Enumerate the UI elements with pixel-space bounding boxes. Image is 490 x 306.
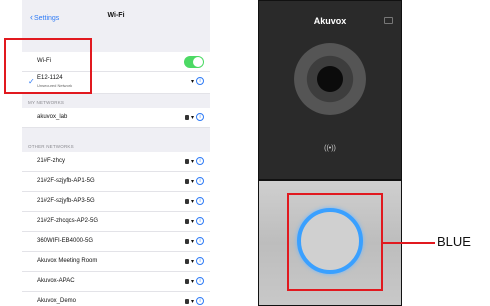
wifi-signal-icon: ▾ bbox=[190, 78, 194, 85]
network-name: 360WIFI-EB4000-5G bbox=[37, 238, 94, 244]
network-name: 21#2F-zhcqcs-AP2-5G bbox=[37, 218, 99, 224]
info-icon[interactable]: i bbox=[196, 237, 204, 245]
network-row[interactable]: akuvox_lab ▾ i bbox=[22, 108, 210, 128]
network-name: Akuvox-APAC bbox=[37, 278, 75, 284]
wifi-signal-icon: ▾ bbox=[190, 158, 194, 165]
wifi-signal-icon: ▾ bbox=[190, 238, 194, 245]
network-name: Akuvox Meeting Room bbox=[37, 258, 98, 264]
lock-icon bbox=[184, 218, 189, 224]
network-row[interactable]: 21#2F-szjyfb-AP1-5G ▾ i bbox=[22, 172, 210, 192]
indicator-icon bbox=[384, 17, 393, 24]
wifi-signal-icon: ▾ bbox=[190, 298, 194, 305]
network-row[interactable]: Akuvox_Demo ▾ i bbox=[22, 292, 210, 306]
wifi-highlight-box bbox=[4, 38, 92, 94]
network-row[interactable]: 21#2F-szjyfb-AP3-5G ▾ i bbox=[22, 192, 210, 212]
network-name: Akuvox_Demo bbox=[37, 298, 77, 304]
network-row[interactable]: 360WIFI-EB4000-5G ▾ i bbox=[22, 232, 210, 252]
info-icon[interactable]: i bbox=[196, 113, 204, 121]
wifi-signal-icon: ▾ bbox=[190, 178, 194, 185]
other-networks-group: 21#F-zhcy ▾ i 21#2F-szjyfb-AP1-5G ▾ i 21#2F-… bbox=[22, 152, 210, 306]
lock-icon bbox=[184, 298, 189, 304]
wifi-signal-icon: ▾ bbox=[190, 114, 194, 121]
nav-bar: ‹Settings Wi-Fi bbox=[22, 8, 210, 30]
wifi-signal-icon: ▾ bbox=[190, 258, 194, 265]
network-name: 21#2F-szjyfb-AP1-5G bbox=[37, 178, 95, 184]
wifi-signal-icon: ▾ bbox=[190, 278, 194, 285]
lock-icon bbox=[184, 198, 189, 204]
info-icon[interactable]: i bbox=[196, 277, 204, 285]
info-icon[interactable]: i bbox=[196, 217, 204, 225]
info-icon[interactable]: i bbox=[196, 177, 204, 185]
info-icon[interactable]: i bbox=[196, 157, 204, 165]
my-networks-header: MY NETWORKS bbox=[28, 100, 65, 105]
info-icon[interactable]: i bbox=[196, 77, 204, 85]
network-row[interactable]: 21#F-zhcy ▾ i bbox=[22, 152, 210, 172]
lock-icon bbox=[184, 278, 189, 284]
info-icon[interactable]: i bbox=[196, 297, 204, 305]
other-networks-header: OTHER NETWORKS bbox=[28, 144, 74, 149]
page-title: Wi-Fi bbox=[107, 12, 125, 19]
info-icon[interactable]: i bbox=[196, 197, 204, 205]
brand-logo: Akuvox bbox=[313, 16, 347, 26]
network-name: akuvox_lab bbox=[37, 114, 68, 120]
nfc-icon: ((•)) bbox=[324, 145, 336, 152]
my-networks-group: akuvox_lab ▾ i bbox=[22, 108, 210, 128]
wifi-toggle[interactable] bbox=[184, 56, 204, 68]
device-front-panel: Akuvox ((•)) bbox=[258, 0, 402, 180]
camera-lens bbox=[294, 43, 366, 115]
wifi-signal-icon: ▾ bbox=[190, 218, 194, 225]
lock-icon bbox=[184, 238, 189, 244]
wifi-signal-icon: ▾ bbox=[190, 198, 194, 205]
network-row[interactable]: 21#2F-zhcqcs-AP2-5G ▾ i bbox=[22, 212, 210, 232]
button-highlight-box bbox=[287, 193, 383, 291]
lock-icon bbox=[184, 178, 189, 184]
lock-icon bbox=[184, 114, 189, 120]
network-row[interactable]: Akuvox-APAC ▾ i bbox=[22, 272, 210, 292]
network-name: 21#F-zhcy bbox=[37, 158, 66, 164]
callout-line bbox=[383, 242, 435, 244]
network-name: 21#2F-szjyfb-AP3-5G bbox=[37, 198, 95, 204]
lock-icon bbox=[184, 158, 189, 164]
callout-label: BLUE bbox=[437, 234, 471, 249]
info-icon[interactable]: i bbox=[196, 257, 204, 265]
network-row[interactable]: Akuvox Meeting Room ▾ i bbox=[22, 252, 210, 272]
lock-icon bbox=[184, 258, 189, 264]
